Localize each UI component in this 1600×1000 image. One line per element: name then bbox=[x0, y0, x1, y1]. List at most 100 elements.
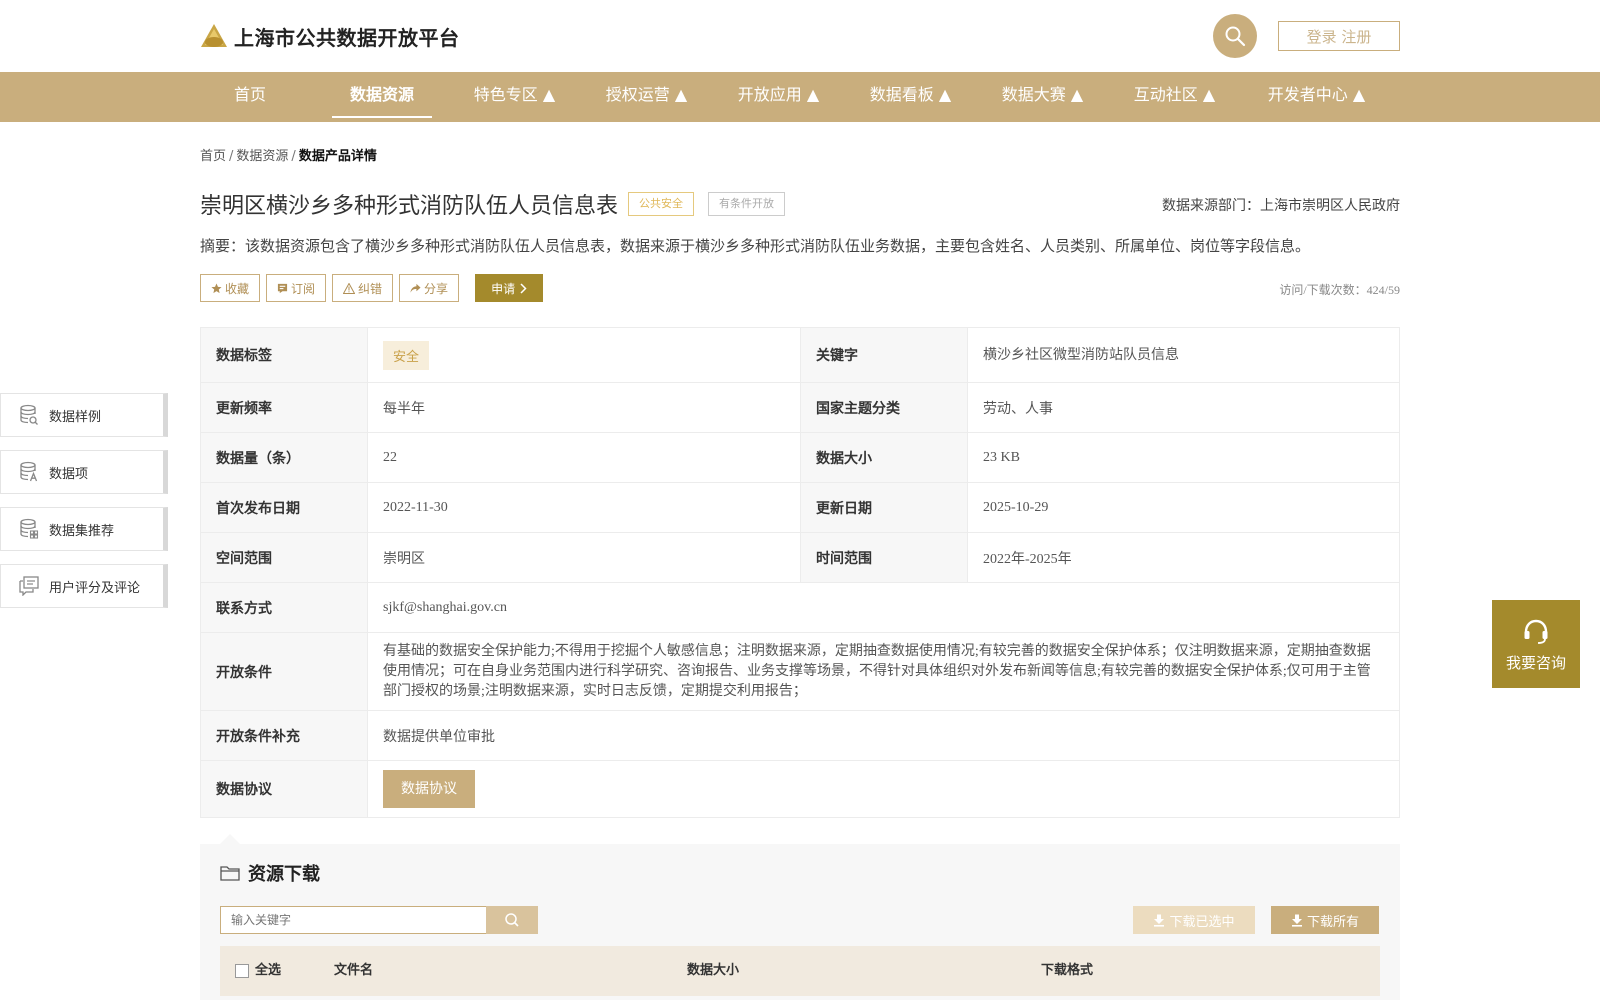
table-row: 数据标签 安全 关键字 横沙乡社区微型消防站队员信息 bbox=[200, 327, 1400, 383]
headset-icon bbox=[1524, 619, 1548, 644]
sidebar-item-label: 数据项 bbox=[49, 466, 89, 482]
collect-button[interactable]: 收藏 bbox=[200, 274, 261, 302]
field-label: 更新频率 bbox=[200, 382, 368, 433]
action-bar: 收藏 订阅 纠错 分享 申请 bbox=[200, 274, 544, 302]
sidebar-item-label: 用户评分及评论 bbox=[49, 580, 141, 596]
sidebar-item-data-fields[interactable]: 数据项 bbox=[0, 450, 168, 494]
database-field-icon bbox=[20, 461, 38, 482]
field-label: 空间范围 bbox=[200, 532, 368, 583]
share-label: 分享 bbox=[424, 281, 449, 296]
resource-search-button[interactable] bbox=[486, 906, 538, 934]
source-department: 数据来源部门：上海市崇明区人民政府 bbox=[1162, 198, 1400, 214]
breadcrumb-home[interactable]: 首页 bbox=[200, 149, 226, 164]
sidebar-item-label: 数据集推荐 bbox=[49, 523, 115, 539]
field-value: 22 bbox=[367, 432, 801, 483]
download-selected-button[interactable]: 下载已选中 bbox=[1133, 906, 1255, 934]
field-value: 横沙乡社区微型消防站队员信息 bbox=[967, 327, 1400, 383]
login-register-button[interactable]: 登录 注册 bbox=[1278, 21, 1400, 51]
field-label: 数据量（条） bbox=[200, 432, 368, 483]
field-value: 2025-10-29 bbox=[967, 482, 1400, 533]
field-label: 开放条件 bbox=[200, 632, 368, 711]
search-icon bbox=[505, 913, 519, 927]
column-header-size: 数据大小 bbox=[687, 963, 740, 978]
section-notch bbox=[220, 834, 240, 844]
table-row: 数据协议 数据协议 bbox=[200, 760, 1400, 818]
field-label: 时间范围 bbox=[800, 532, 968, 583]
subscribe-label: 订阅 bbox=[291, 281, 316, 296]
data-tag-badge[interactable]: 安全 bbox=[383, 340, 430, 370]
download-all-label: 下载所有 bbox=[1306, 914, 1359, 930]
breadcrumb-resources[interactable]: 数据资源 bbox=[236, 149, 288, 164]
collect-label: 收藏 bbox=[225, 281, 250, 296]
field-label: 联系方式 bbox=[200, 582, 368, 633]
breadcrumb-separator: / bbox=[229, 149, 234, 164]
logo-emblem-icon bbox=[200, 23, 228, 49]
column-header-format: 下载格式 bbox=[1041, 963, 1094, 978]
nav-item-data-dashboard[interactable]: 数据看板 ▲ bbox=[858, 72, 963, 122]
breadcrumb: 首页 / 数据资源 / 数据产品详情 bbox=[200, 145, 377, 164]
correct-error-button[interactable]: 纠错 bbox=[332, 274, 394, 302]
resource-download-title: 资源下载 bbox=[248, 864, 320, 885]
site-title: 上海市公共数据开放平台 bbox=[234, 25, 460, 50]
field-value: 劳动、人事 bbox=[967, 382, 1400, 433]
field-value: 2022-11-30 bbox=[367, 482, 801, 533]
sidebar-item-label: 数据样例 bbox=[49, 409, 102, 425]
field-value: 每半年 bbox=[367, 382, 801, 433]
data-agreement-button[interactable]: 数据协议 bbox=[383, 770, 475, 808]
nav-item-developer-center[interactable]: 开发者中心 ▲ bbox=[1254, 72, 1379, 122]
resource-download-header: 资源下载 bbox=[220, 860, 320, 886]
detail-table: 数据标签 安全 关键字 横沙乡社区微型消防站队员信息 更新频率 每半年 国家主题… bbox=[200, 327, 1400, 818]
nav-item-open-apps[interactable]: 开放应用 ▲ bbox=[726, 72, 831, 122]
resource-table-header: 全选 文件名 数据大小 下载格式 bbox=[220, 946, 1380, 996]
database-search-icon bbox=[20, 404, 38, 425]
nav-item-home[interactable]: 首页 bbox=[200, 72, 300, 122]
nav-item-special-zone[interactable]: 特色专区 ▲ bbox=[462, 72, 567, 122]
nav-item-data-contest[interactable]: 数据大赛 ▲ bbox=[990, 72, 1095, 122]
database-recommend-icon bbox=[20, 518, 39, 539]
download-icon bbox=[1154, 914, 1165, 927]
warning-icon bbox=[343, 282, 356, 294]
star-icon bbox=[211, 282, 222, 293]
contact-email[interactable]: sjkf@shanghai.gov.cn bbox=[367, 582, 1400, 633]
subscribe-button[interactable]: 订阅 bbox=[266, 274, 327, 302]
select-all-checkbox[interactable] bbox=[235, 964, 249, 978]
nav-item-data-resources[interactable]: 数据资源 bbox=[332, 72, 432, 122]
site-logo[interactable]: 上海市公共数据开放平台 bbox=[200, 20, 460, 52]
column-header-filename: 文件名 bbox=[334, 963, 374, 978]
open-conditions-text: 有基础的数据安全保护能力;不得用于挖掘个人敏感信息；注明数据来源，定期抽查数据使… bbox=[367, 632, 1400, 711]
table-row: 联系方式 sjkf@shanghai.gov.cn bbox=[200, 582, 1400, 633]
folder-icon bbox=[220, 866, 240, 881]
bookmark-icon bbox=[277, 283, 288, 293]
sidebar-item-data-sample[interactable]: 数据样例 bbox=[0, 393, 168, 437]
sidebar-item-ratings-comments[interactable]: 用户评分及评论 bbox=[0, 564, 168, 608]
breadcrumb-current: 数据产品详情 bbox=[298, 149, 377, 164]
search-icon bbox=[1225, 26, 1246, 47]
table-row: 开放条件补充 数据提供单位审批 bbox=[200, 710, 1400, 761]
correct-error-label: 纠错 bbox=[358, 281, 383, 296]
header-search-button[interactable] bbox=[1213, 14, 1257, 58]
nav-item-authorized-operation[interactable]: 授权运营 ▲ bbox=[594, 72, 699, 122]
share-button[interactable]: 分享 bbox=[399, 274, 460, 302]
download-all-button[interactable]: 下载所有 bbox=[1271, 906, 1379, 934]
field-label: 国家主题分类 bbox=[800, 382, 968, 433]
nav-item-community[interactable]: 互动社区 ▲ bbox=[1122, 72, 1227, 122]
field-value: 数据协议 bbox=[367, 760, 1400, 818]
column-header-select-all[interactable]: 全选 bbox=[255, 946, 281, 996]
field-label: 开放条件补充 bbox=[200, 710, 368, 761]
field-value: 数据提供单位审批 bbox=[367, 710, 1400, 761]
field-value: 崇明区 bbox=[367, 532, 801, 583]
sidebar-item-dataset-recommend[interactable]: 数据集推荐 bbox=[0, 507, 168, 551]
consult-widget[interactable]: 我要咨询 bbox=[1492, 600, 1580, 688]
table-row: 空间范围 崇明区 时间范围 2022年-2025年 bbox=[200, 532, 1400, 583]
apply-button[interactable]: 申请 bbox=[475, 274, 544, 302]
resource-search-input[interactable] bbox=[220, 906, 487, 934]
field-label: 数据大小 bbox=[800, 432, 968, 483]
comment-icon bbox=[19, 576, 39, 596]
breadcrumb-separator: / bbox=[291, 149, 296, 164]
table-row: 数据量（条） 22 数据大小 23 KB bbox=[200, 432, 1400, 483]
field-label: 数据标签 bbox=[200, 327, 368, 383]
field-label: 更新日期 bbox=[800, 482, 968, 533]
field-label: 关键字 bbox=[800, 327, 968, 383]
main-nav: 首页 数据资源 特色专区 ▲ 授权运营 ▲ 开放应用 ▲ 数据看板 ▲ 数据大赛… bbox=[0, 72, 1600, 122]
download-selected-label: 下载已选中 bbox=[1169, 914, 1235, 930]
